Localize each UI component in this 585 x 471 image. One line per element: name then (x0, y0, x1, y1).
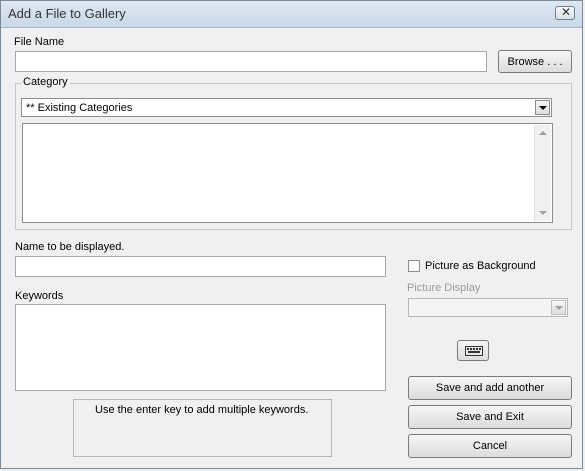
dialog-window: Add a File to Gallery ✕ File Name Browse… (0, 0, 583, 469)
picture-display-label: Picture Display (407, 282, 481, 294)
cancel-button[interactable]: Cancel (408, 434, 572, 458)
scroll-down-icon[interactable] (539, 211, 547, 215)
file-name-input[interactable] (15, 51, 487, 72)
keywords-label: Keywords (15, 290, 64, 302)
chevron-down-icon (539, 106, 547, 110)
title-bar: Add a File to Gallery ✕ (1, 1, 582, 28)
close-button[interactable]: ✕ (555, 5, 575, 20)
browse-button[interactable]: Browse . . . (498, 50, 572, 73)
close-icon: ✕ (561, 5, 572, 19)
browse-button-label: Browse . . . (507, 56, 563, 68)
category-listbox[interactable] (22, 123, 553, 223)
category-select[interactable]: ** Existing Categories (21, 98, 552, 117)
file-name-label: File Name (14, 36, 65, 48)
category-scrollbar[interactable] (534, 125, 551, 221)
save-and-add-another-label: Save and add another (435, 382, 545, 394)
category-dropdown-button[interactable] (535, 100, 550, 115)
category-selected-value: ** Existing Categories (26, 102, 133, 114)
window-title: Add a File to Gallery (8, 6, 126, 21)
keyboard-icon (465, 346, 483, 356)
category-legend: Category (21, 76, 70, 88)
chevron-down-icon (555, 306, 563, 310)
keyboard-button[interactable] (457, 340, 489, 361)
picture-background-checkbox[interactable] (408, 260, 420, 272)
keywords-hint-box: Use the enter key to add multiple keywor… (73, 399, 332, 457)
picture-background-label: Picture as Background (425, 260, 536, 272)
cancel-label: Cancel (472, 440, 508, 452)
keywords-hint-text: Use the enter key to add multiple keywor… (95, 404, 309, 416)
display-name-input[interactable] (15, 256, 386, 277)
picture-display-select[interactable] (408, 298, 568, 317)
keywords-textarea[interactable] (15, 304, 386, 391)
save-and-exit-label: Save and Exit (456, 411, 524, 423)
display-name-label: Name to be displayed. (15, 241, 125, 253)
scroll-up-icon[interactable] (539, 131, 547, 135)
save-and-exit-button[interactable]: Save and Exit (408, 405, 572, 429)
save-and-add-another-button[interactable]: Save and add another (408, 376, 572, 400)
picture-display-dropdown-button[interactable] (551, 300, 566, 315)
